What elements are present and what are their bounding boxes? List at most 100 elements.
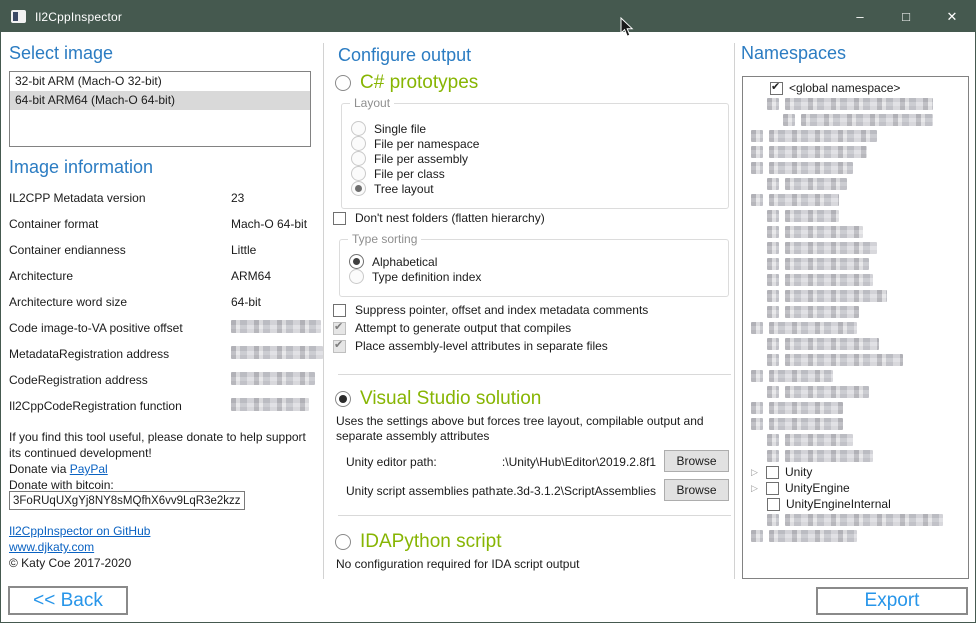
option-label: Tree layout bbox=[374, 182, 434, 196]
namespace-item-redacted[interactable] bbox=[743, 160, 968, 176]
dont-nest-folders-checkbox[interactable] bbox=[333, 212, 346, 225]
redacted-label bbox=[785, 386, 869, 398]
file-per-class-radio[interactable] bbox=[351, 166, 366, 181]
image-list-item-selected[interactable]: 64-bit ARM64 (Mach-O 64-bit) bbox=[10, 91, 310, 110]
image-information-header: Image information bbox=[9, 157, 153, 178]
namespace-item-redacted[interactable] bbox=[743, 256, 968, 272]
unity-checkbox[interactable] bbox=[766, 466, 779, 479]
assembly-attributes-checkbox[interactable]: ✔ bbox=[333, 340, 346, 353]
close-button[interactable]: ✕ bbox=[929, 1, 975, 32]
type-sorting-definition-index[interactable]: Type definition index bbox=[349, 269, 481, 284]
namespace-item-redacted[interactable] bbox=[743, 240, 968, 256]
namespace-item-redacted[interactable] bbox=[743, 192, 968, 208]
namespace-item-redacted[interactable] bbox=[743, 416, 968, 432]
info-label: Container format bbox=[9, 217, 98, 231]
minimize-button[interactable]: – bbox=[837, 1, 883, 32]
namespaces-panel[interactable]: ✔ <global namespace> ▷ Unity ▷ UnityEngi… bbox=[742, 76, 969, 579]
csharp-prototypes-radio[interactable] bbox=[335, 75, 351, 91]
tree-layout-radio[interactable] bbox=[351, 181, 366, 196]
namespace-item-redacted[interactable] bbox=[743, 288, 968, 304]
unity-editor-path-value[interactable]: :\Unity\Hub\Editor\2019.2.8f1 bbox=[471, 455, 656, 469]
namespace-item-global[interactable]: ✔ <global namespace> bbox=[743, 80, 968, 96]
bitcoin-address-input[interactable] bbox=[9, 491, 245, 510]
global-namespace-checkbox[interactable]: ✔ bbox=[770, 82, 783, 95]
idapython-radio[interactable] bbox=[335, 534, 351, 550]
namespace-item-redacted[interactable] bbox=[743, 128, 968, 144]
image-listbox[interactable]: 32-bit ARM (Mach-O 32-bit) 64-bit ARM64 … bbox=[9, 71, 311, 147]
namespace-item-redacted[interactable] bbox=[743, 352, 968, 368]
namespace-item-redacted[interactable] bbox=[743, 368, 968, 384]
attempt-compile-checkbox[interactable]: ✔ bbox=[333, 322, 346, 335]
layout-option-file-per-assembly[interactable]: File per assembly bbox=[351, 151, 468, 166]
back-button[interactable]: << Back bbox=[8, 586, 128, 615]
namespace-item-unityengineinternal[interactable]: UnityEngineInternal bbox=[743, 496, 968, 512]
website-link[interactable]: www.djkaty.com bbox=[9, 540, 94, 554]
info-label: MetadataRegistration address bbox=[9, 347, 169, 361]
layout-option-single-file[interactable]: Single file bbox=[351, 121, 426, 136]
namespace-label: UnityEngineInternal bbox=[786, 497, 891, 511]
attempt-compile-option[interactable]: ✔ Attempt to generate output that compil… bbox=[333, 321, 571, 335]
namespace-item-unityengine[interactable]: ▷ UnityEngine bbox=[743, 480, 968, 496]
paypal-link[interactable]: PayPal bbox=[70, 462, 108, 476]
option-label: File per class bbox=[374, 167, 445, 181]
unity-assemblies-path-value[interactable]: ate.3d-3.1.2\ScriptAssemblies bbox=[491, 484, 656, 498]
type-sorting-alphabetical[interactable]: Alphabetical bbox=[349, 254, 437, 269]
expander-icon[interactable]: ▷ bbox=[751, 464, 760, 480]
redacted-checkbox bbox=[767, 178, 779, 190]
namespace-item-redacted[interactable] bbox=[743, 528, 968, 544]
alphabetical-radio[interactable] bbox=[349, 254, 364, 269]
namespace-item-redacted[interactable] bbox=[743, 336, 968, 352]
divider-middle-right bbox=[734, 43, 735, 579]
namespace-item-redacted[interactable] bbox=[743, 176, 968, 192]
window-title: Il2CppInspector bbox=[35, 10, 122, 24]
redacted-label bbox=[785, 290, 887, 302]
layout-option-tree-layout[interactable]: Tree layout bbox=[351, 181, 434, 196]
divider-left-middle bbox=[323, 43, 324, 579]
image-list-item[interactable]: 32-bit ARM (Mach-O 32-bit) bbox=[10, 72, 310, 91]
namespace-item-redacted[interactable] bbox=[743, 304, 968, 320]
namespace-item-unity[interactable]: ▷ Unity bbox=[743, 464, 968, 480]
single-file-radio[interactable] bbox=[351, 121, 366, 136]
option-label: Suppress pointer, offset and index metad… bbox=[355, 303, 648, 317]
namespace-item-redacted[interactable] bbox=[743, 384, 968, 400]
export-button[interactable]: Export bbox=[816, 587, 968, 615]
file-per-assembly-radio[interactable] bbox=[351, 151, 366, 166]
layout-option-file-per-namespace[interactable]: File per namespace bbox=[351, 136, 479, 151]
layout-option-file-per-class[interactable]: File per class bbox=[351, 166, 445, 181]
namespace-item-redacted[interactable] bbox=[743, 208, 968, 224]
assembly-attributes-option[interactable]: ✔ Place assembly-level attributes in sep… bbox=[333, 339, 608, 353]
browse-assemblies-button[interactable]: Browse bbox=[664, 479, 729, 501]
type-definition-index-radio[interactable] bbox=[349, 269, 364, 284]
namespace-item-redacted[interactable] bbox=[743, 96, 968, 112]
unityengineinternal-checkbox[interactable] bbox=[767, 498, 780, 511]
browse-editor-button[interactable]: Browse bbox=[664, 450, 729, 472]
github-link[interactable]: Il2CppInspector on GitHub bbox=[9, 524, 150, 538]
idapython-option[interactable]: IDAPython script bbox=[335, 531, 502, 553]
unityengine-checkbox[interactable] bbox=[766, 482, 779, 495]
redacted-label bbox=[785, 434, 853, 446]
namespace-item-redacted[interactable] bbox=[743, 448, 968, 464]
csharp-prototypes-option[interactable]: C# prototypes bbox=[335, 72, 478, 94]
namespace-item-redacted[interactable] bbox=[743, 512, 968, 528]
suppress-comments-checkbox[interactable] bbox=[333, 304, 346, 317]
namespace-label: UnityEngine bbox=[785, 481, 850, 495]
namespace-item-redacted[interactable] bbox=[743, 224, 968, 240]
namespace-item-redacted[interactable] bbox=[743, 112, 968, 128]
expander-icon[interactable]: ▷ bbox=[751, 480, 760, 496]
redacted-checkbox bbox=[767, 98, 779, 110]
namespace-item-redacted[interactable] bbox=[743, 432, 968, 448]
maximize-button[interactable]: □ bbox=[883, 1, 929, 32]
dont-nest-folders-option[interactable]: Don't nest folders (flatten hierarchy) bbox=[333, 211, 545, 225]
visual-studio-option[interactable]: Visual Studio solution bbox=[335, 388, 541, 410]
namespace-item-redacted[interactable] bbox=[743, 400, 968, 416]
namespace-item-redacted[interactable] bbox=[743, 144, 968, 160]
redacted-label bbox=[769, 370, 833, 382]
redacted-checkbox bbox=[767, 338, 779, 350]
configure-output-header: Configure output bbox=[338, 45, 471, 66]
namespace-item-redacted[interactable] bbox=[743, 320, 968, 336]
namespace-item-redacted[interactable] bbox=[743, 272, 968, 288]
suppress-comments-option[interactable]: Suppress pointer, offset and index metad… bbox=[333, 303, 648, 317]
close-icon: ✕ bbox=[947, 9, 958, 25]
file-per-namespace-radio[interactable] bbox=[351, 136, 366, 151]
visual-studio-radio[interactable] bbox=[335, 391, 351, 407]
